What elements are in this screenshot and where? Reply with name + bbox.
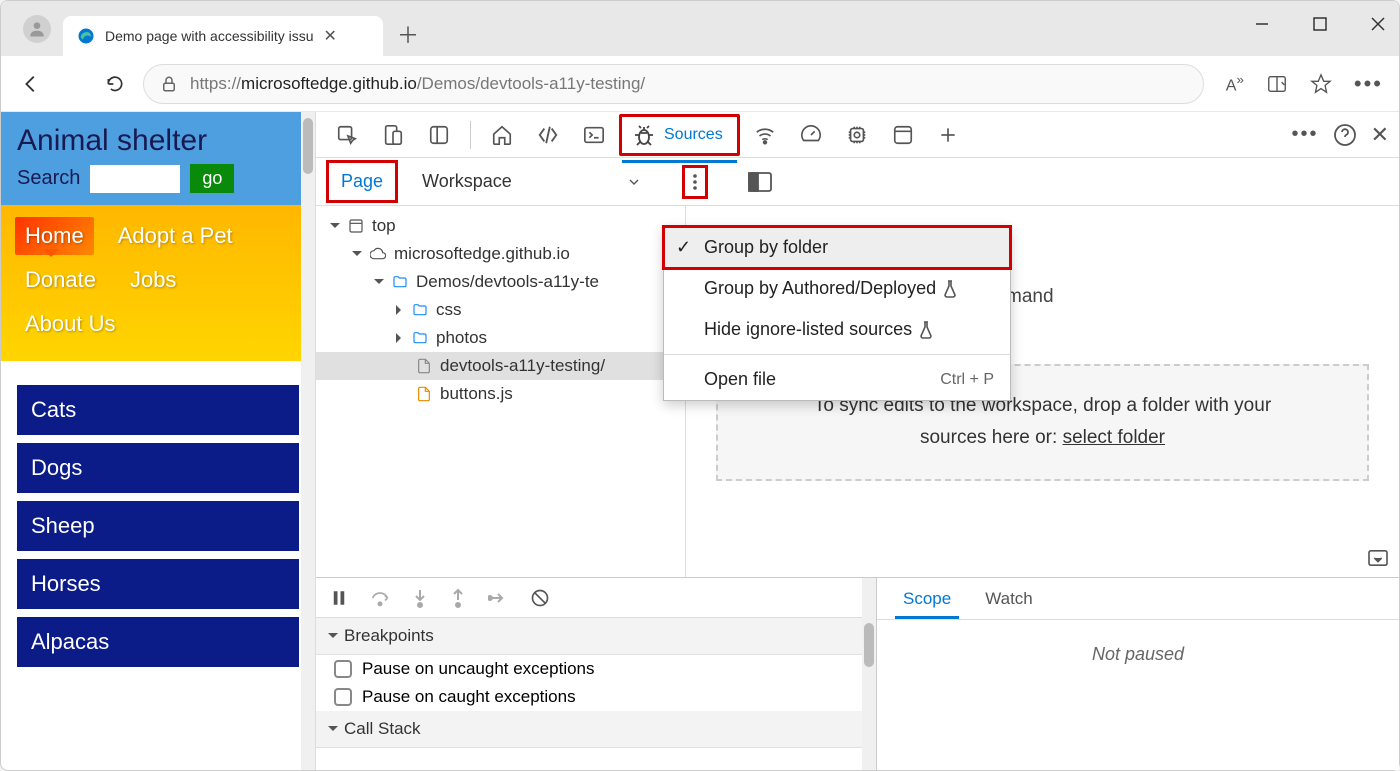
tree-top[interactable]: top [316, 212, 685, 240]
tab-title: Demo page with accessibility issu [105, 28, 314, 44]
menu-group-by-folder[interactable]: ✓ Group by folder [664, 227, 1010, 268]
search-input[interactable] [90, 165, 180, 193]
device-icon[interactable] [372, 118, 414, 152]
pause-caught-checkbox[interactable]: Pause on caught exceptions [316, 683, 876, 711]
browser-tab[interactable]: Demo page with accessibility issu ✕ [63, 16, 383, 56]
tree-file-js[interactable]: buttons.js [316, 380, 685, 408]
not-paused-label: Not paused [877, 620, 1399, 770]
devtools-close-icon[interactable]: ✕ [1371, 122, 1389, 148]
category-cats[interactable]: Cats [17, 385, 299, 435]
chevron-down-icon[interactable] [626, 174, 642, 190]
workspace-subtab[interactable]: Workspace [410, 163, 524, 200]
memory-icon[interactable] [836, 118, 878, 152]
scope-tab[interactable]: Scope [889, 581, 965, 617]
flask-icon [942, 280, 958, 298]
debugger-pane: Breakpoints Pause on uncaught exceptions… [316, 578, 877, 770]
category-sheep[interactable]: Sheep [17, 501, 299, 551]
step-over-icon[interactable] [370, 589, 390, 607]
read-aloud-icon[interactable]: A» [1226, 72, 1244, 95]
page-viewport: Animal shelter Search go Home Adopt a Pe… [1, 112, 316, 770]
deactivate-breakpoints-icon[interactable] [530, 588, 550, 608]
debugger-scrollbar[interactable] [862, 578, 876, 770]
nav-home[interactable]: Home [15, 217, 94, 255]
check-icon: ✓ [676, 237, 691, 258]
sources-more-button[interactable] [682, 165, 708, 199]
edge-icon [77, 27, 95, 45]
panel-icon[interactable] [418, 118, 460, 152]
flask-icon [918, 321, 934, 339]
console-icon[interactable] [573, 118, 615, 152]
toggle-sidebar-icon[interactable] [748, 172, 772, 192]
category-horses[interactable]: Horses [17, 559, 299, 609]
welcome-icon[interactable] [481, 118, 523, 152]
application-icon[interactable] [882, 118, 924, 152]
sources-subbar: Page Workspace [316, 158, 1399, 206]
devtools-tabbar: Sources ••• ✕ [316, 112, 1399, 158]
menu-open-file[interactable]: Open file Ctrl + P [664, 359, 1010, 400]
tree-folder-photos[interactable]: photos [316, 324, 685, 352]
titlebar: Demo page with accessibility issu ✕ ＋ [1, 1, 1399, 56]
minimize-button[interactable] [1247, 9, 1277, 39]
step-out-icon[interactable] [450, 588, 466, 608]
help-icon[interactable] [1333, 123, 1357, 147]
bug-icon [632, 123, 656, 147]
new-tab-button[interactable]: ＋ [397, 18, 419, 50]
tree-folder-css[interactable]: css [316, 296, 685, 324]
reading-icon[interactable] [1266, 73, 1288, 95]
category-alpacas[interactable]: Alpacas [17, 617, 299, 667]
page-subtab[interactable]: Page [326, 160, 398, 203]
nav-jobs[interactable]: Jobs [120, 261, 186, 299]
watch-tab[interactable]: Watch [971, 581, 1047, 617]
forward-button [59, 70, 87, 98]
network-icon[interactable] [744, 118, 786, 152]
refresh-button[interactable] [101, 70, 129, 98]
address-bar: https://microsoftedge.github.io/Demos/de… [1, 56, 1399, 112]
file-tree: top microsoftedge.github.io Demos/devtoo… [316, 206, 686, 577]
breakpoints-section[interactable]: Breakpoints [316, 618, 876, 655]
sources-context-menu: ✓ Group by folder Group by Authored/Depl… [663, 226, 1011, 401]
nav-adopt[interactable]: Adopt a Pet [108, 217, 243, 255]
page-title: Animal shelter [17, 124, 299, 158]
more-icon[interactable]: ••• [1354, 71, 1383, 97]
menu-group-authored[interactable]: Group by Authored/Deployed [664, 268, 1010, 309]
close-button[interactable] [1363, 9, 1393, 39]
lock-icon [160, 75, 178, 93]
url-field[interactable]: https://microsoftedge.github.io/Demos/de… [143, 64, 1204, 104]
more-tabs-button[interactable] [928, 119, 968, 151]
profile-avatar[interactable] [23, 15, 51, 43]
back-button[interactable] [17, 70, 45, 98]
favorite-icon[interactable] [1310, 73, 1332, 95]
search-label: Search [17, 167, 80, 190]
pause-uncaught-checkbox[interactable]: Pause on uncaught exceptions [316, 655, 876, 683]
tree-file-html[interactable]: devtools-a11y-testing/ [316, 352, 685, 380]
nav-donate[interactable]: Donate [15, 261, 106, 299]
page-scrollbar[interactable] [301, 112, 315, 770]
elements-icon[interactable] [527, 118, 569, 152]
select-folder-link[interactable]: select folder [1063, 427, 1165, 448]
devtools-more-icon[interactable]: ••• [1292, 123, 1319, 146]
sources-tab[interactable]: Sources [619, 114, 740, 156]
maximize-button[interactable] [1305, 9, 1335, 39]
callstack-section[interactable]: Call Stack [316, 711, 876, 748]
nav-about[interactable]: About Us [15, 305, 126, 343]
category-dogs[interactable]: Dogs [17, 443, 299, 493]
devtools-panel: Sources ••• ✕ Page Workspace [316, 112, 1399, 770]
step-into-icon[interactable] [412, 588, 428, 608]
show-drawer-icon[interactable] [1367, 549, 1389, 567]
url-text: https://microsoftedge.github.io/Demos/de… [190, 74, 645, 94]
pause-icon[interactable] [330, 589, 348, 607]
menu-hide-ignore[interactable]: Hide ignore-listed sources [664, 309, 1010, 350]
inspect-icon[interactable] [326, 118, 368, 152]
tree-host[interactable]: microsoftedge.github.io [316, 240, 685, 268]
tab-close-icon[interactable]: ✕ [324, 26, 337, 46]
performance-icon[interactable] [790, 118, 832, 152]
tree-folder-demos[interactable]: Demos/devtools-a11y-te [316, 268, 685, 296]
go-button[interactable]: go [190, 164, 234, 193]
step-icon[interactable] [488, 590, 508, 606]
main-nav: Home Adopt a Pet Donate Jobs About Us [1, 205, 315, 361]
